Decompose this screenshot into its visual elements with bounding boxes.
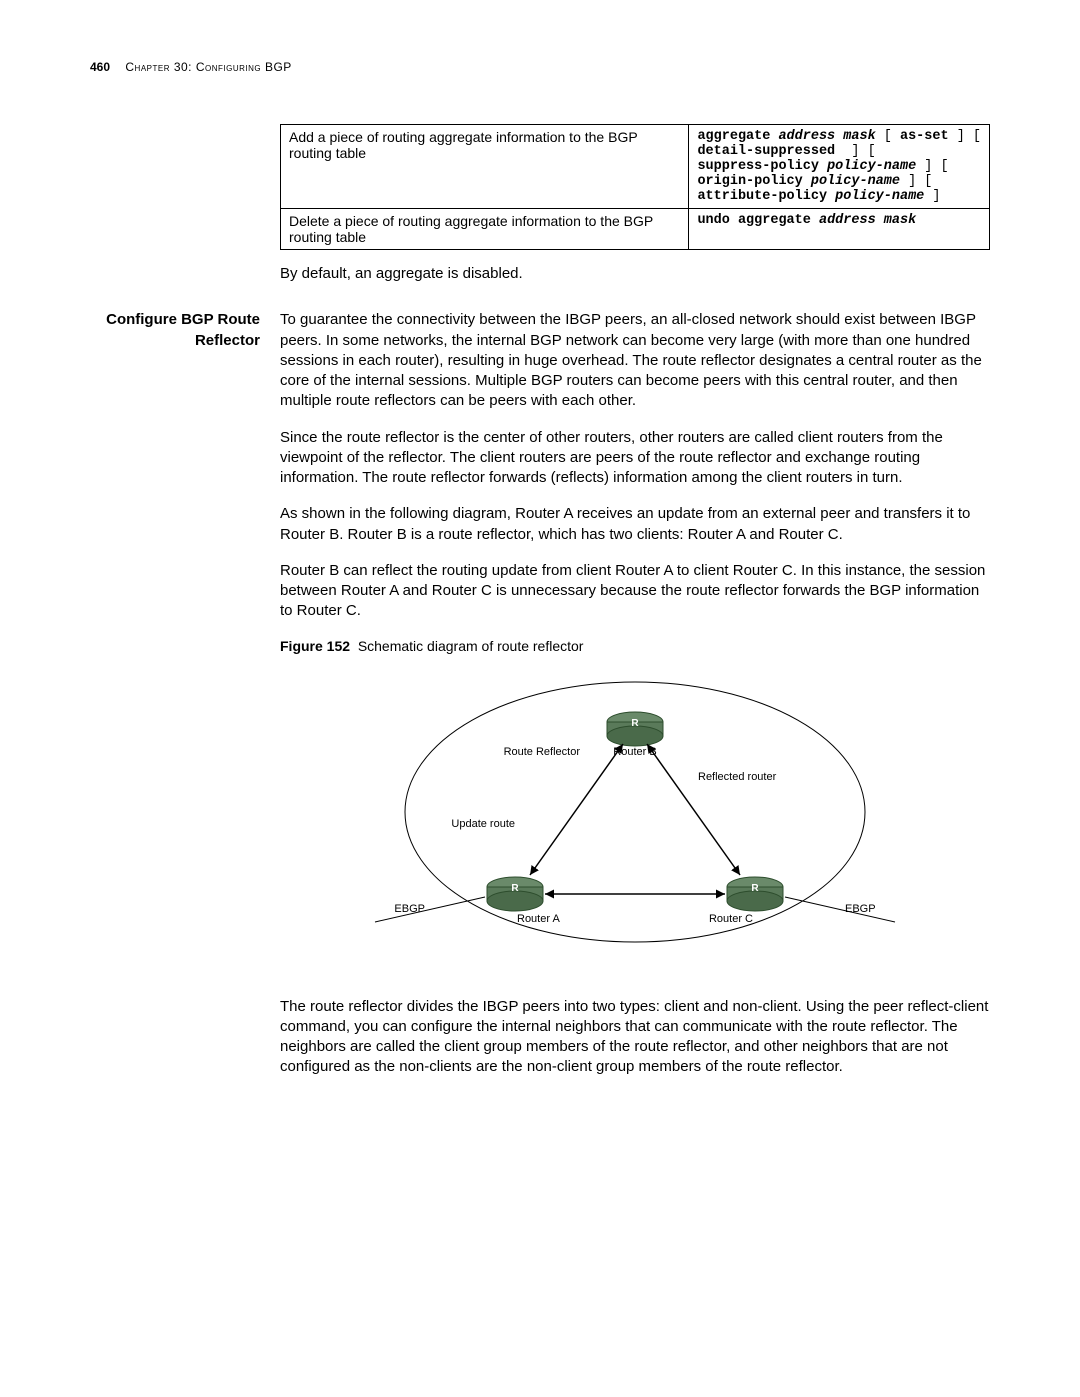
- link-b-a: [530, 744, 623, 875]
- ebgp-left-line: [375, 897, 485, 922]
- label-ebgp-left: EBGP: [394, 903, 425, 915]
- paragraph: As shown in the following diagram, Route…: [280, 504, 990, 545]
- router-c-icon: R: [727, 877, 783, 911]
- cmd-code: aggregate address mask [ as-set ] [ deta…: [689, 125, 990, 209]
- figure-caption-text: Schematic diagram of route reflector: [358, 638, 584, 654]
- link-b-c: [647, 744, 740, 875]
- table-row: Add a piece of routing aggregate informa…: [281, 125, 990, 209]
- label-reflected-router: Reflected router: [698, 771, 777, 783]
- page-header: 460 Chapter 30: Configuring BGP: [90, 60, 990, 74]
- label-ebgp-right: EBGP: [845, 903, 876, 915]
- cmd-desc: Add a piece of routing aggregate informa…: [281, 125, 689, 209]
- paragraph: The route reflector divides the IBGP pee…: [280, 997, 990, 1078]
- svg-text:R: R: [631, 718, 639, 729]
- paragraph-default: By default, an aggregate is disabled.: [280, 264, 990, 284]
- router-b-icon: R: [607, 712, 663, 746]
- section-heading: Configure BGP Route Reflector: [90, 310, 280, 351]
- chapter-title: Chapter 30: Configuring BGP: [125, 60, 291, 74]
- label-route-reflector: Route Reflector: [504, 746, 581, 758]
- label-update-route: Update route: [451, 818, 515, 830]
- paragraph: To guarantee the connectivity between th…: [280, 310, 990, 411]
- label-router-c: Router C: [709, 913, 753, 925]
- paragraph: Router B can reflect the routing update …: [280, 561, 990, 622]
- figure-label: Figure 152: [280, 638, 350, 654]
- command-table: Add a piece of routing aggregate informa…: [280, 124, 990, 250]
- table-row: Delete a piece of routing aggregate info…: [281, 209, 990, 250]
- cmd-desc: Delete a piece of routing aggregate info…: [281, 209, 689, 250]
- cmd-code: undo aggregate address mask: [689, 209, 990, 250]
- figure-caption: Figure 152 Schematic diagram of route re…: [280, 638, 990, 654]
- svg-text:R: R: [511, 883, 519, 894]
- page-number: 460: [90, 60, 110, 74]
- ebgp-right-line: [785, 897, 895, 922]
- paragraph: Since the route reflector is the center …: [280, 428, 990, 489]
- route-reflector-diagram: R Route Reflector Router B R Router A: [280, 662, 990, 972]
- svg-text:R: R: [751, 883, 759, 894]
- router-a-icon: R: [487, 877, 543, 911]
- label-router-a: Router A: [517, 913, 560, 925]
